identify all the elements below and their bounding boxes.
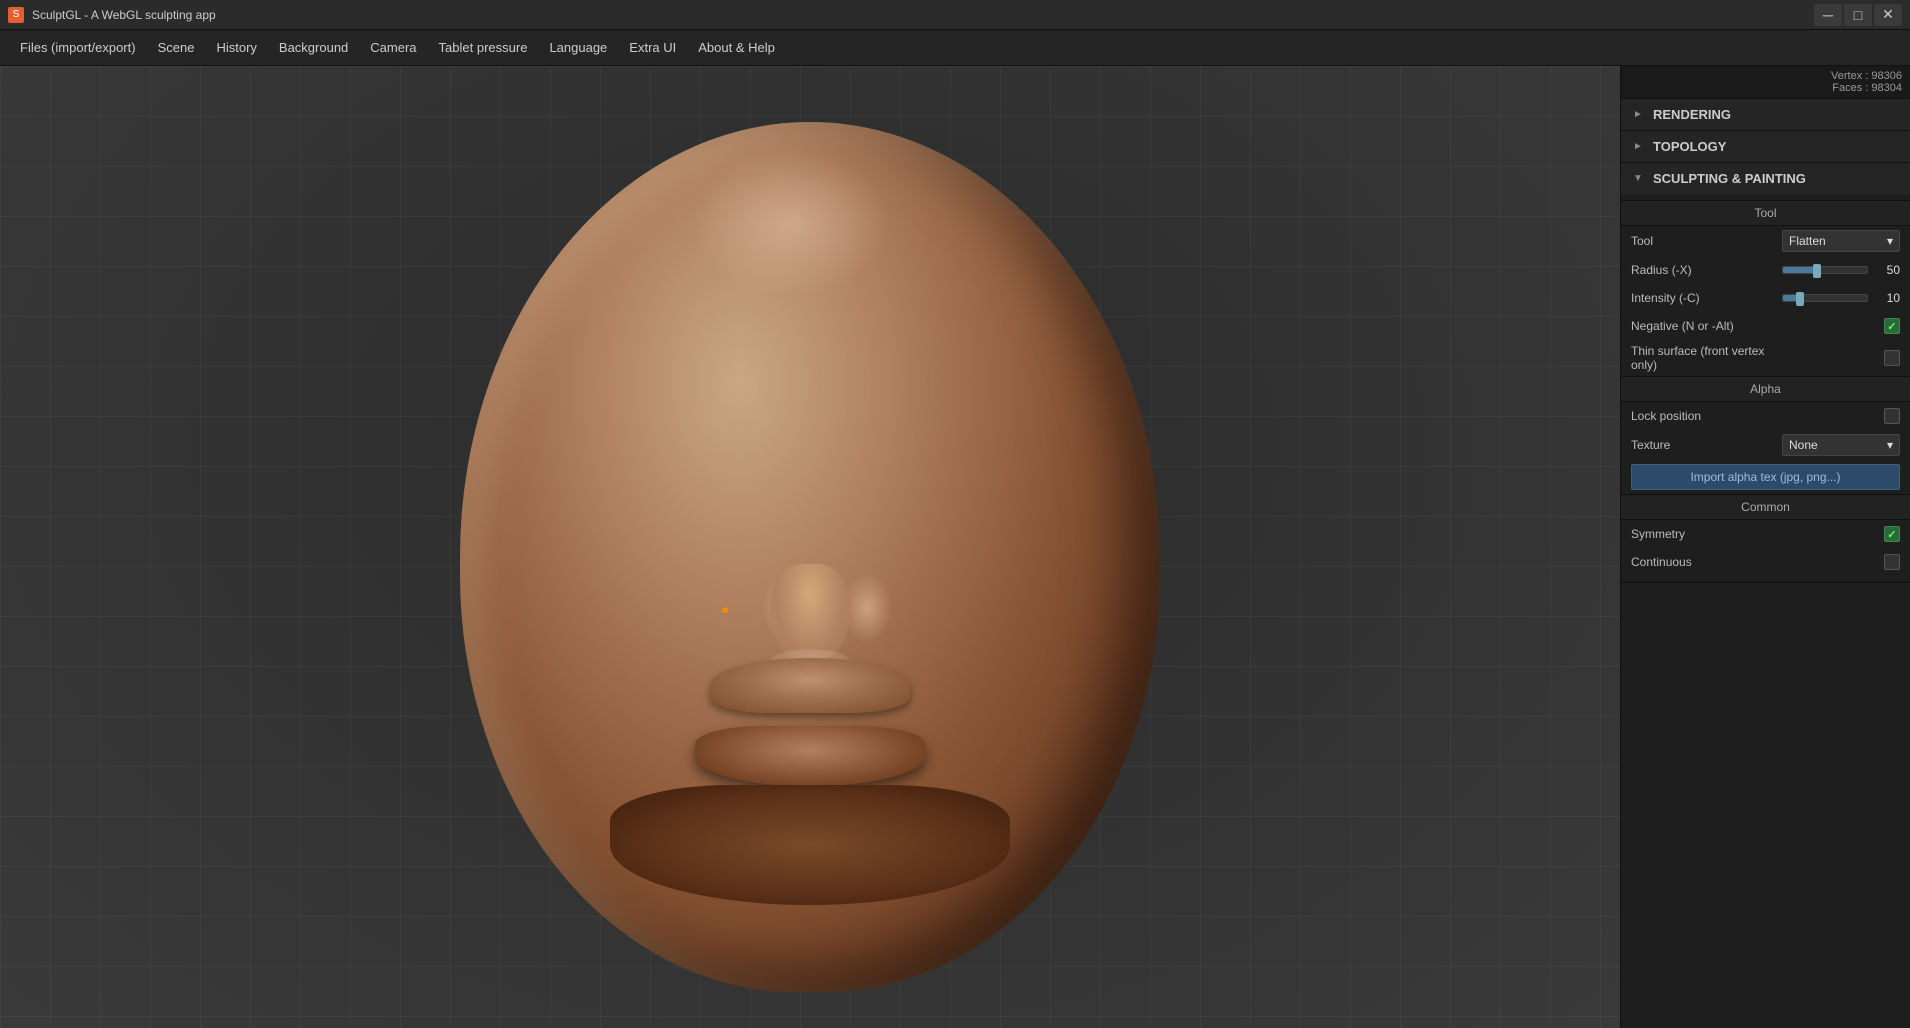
texture-dropdown[interactable]: None ▾ [1782, 434, 1900, 456]
intensity-track[interactable] [1782, 294, 1868, 302]
sculpting-label: SCULPTING & PAINTING [1653, 171, 1806, 186]
thin-surface-label: Thin surface (front vertex only) [1631, 344, 1776, 372]
lock-position-checkbox[interactable] [1884, 408, 1900, 424]
sculpting-arrow: ▼ [1633, 173, 1645, 184]
minimize-button[interactable]: ─ [1814, 4, 1842, 26]
menu-extraui[interactable]: Extra UI [619, 36, 686, 59]
faces-count: Faces : 98304 [1629, 82, 1902, 94]
rendering-label: RENDERING [1653, 107, 1731, 122]
texture-value-container: None ▾ [1782, 434, 1900, 456]
tool-dropdown-value: Flatten [1789, 234, 1826, 248]
menubar: Files (import/export) Scene History Back… [0, 30, 1910, 66]
maximize-button[interactable]: □ [1844, 4, 1872, 26]
radius-fill [1783, 267, 1817, 273]
brush-cursor [722, 607, 728, 613]
thin-surface-row: Thin surface (front vertex only) [1621, 340, 1910, 376]
app-title: SculptGL - A WebGL sculpting app [32, 8, 216, 22]
topology-header[interactable]: ► TOPOLOGY [1621, 131, 1910, 162]
titlebar: S SculptGL - A WebGL sculpting app ─ □ ✕ [0, 0, 1910, 30]
lock-position-checkbox-container [1782, 408, 1900, 424]
symmetry-checkbox[interactable]: ✓ [1884, 526, 1900, 542]
sculpting-header[interactable]: ▼ SCULPTING & PAINTING [1621, 163, 1910, 194]
3d-model [410, 122, 1210, 972]
menu-files[interactable]: Files (import/export) [10, 36, 146, 59]
main-layout: Vertex : 98306 Faces : 98304 ► RENDERING… [0, 66, 1910, 1028]
menu-camera[interactable]: Camera [360, 36, 426, 59]
titlebar-left: S SculptGL - A WebGL sculpting app [8, 7, 216, 23]
right-panel: Vertex : 98306 Faces : 98304 ► RENDERING… [1620, 66, 1910, 1028]
viewport[interactable] [0, 66, 1620, 1028]
canvas-background [0, 66, 1620, 1028]
symmetry-row: Symmetry ✓ [1621, 520, 1910, 548]
rendering-section: ► RENDERING [1621, 99, 1910, 131]
radius-slider[interactable]: 50 [1782, 263, 1900, 277]
sculpting-content: Tool Tool Flatten ▾ Radius (-X) [1621, 194, 1910, 582]
negative-checkmark: ✓ [1887, 320, 1896, 333]
tool-value-container: Flatten ▾ [1782, 230, 1900, 252]
texture-row: Texture None ▾ [1621, 430, 1910, 460]
radius-track[interactable] [1782, 266, 1868, 274]
intensity-slider[interactable]: 10 [1782, 291, 1900, 305]
menu-background[interactable]: Background [269, 36, 358, 59]
lower-lip [695, 726, 925, 786]
topology-section: ► TOPOLOGY [1621, 131, 1910, 163]
radius-thumb[interactable] [1813, 264, 1821, 278]
window-controls: ─ □ ✕ [1814, 4, 1902, 26]
texture-label: Texture [1631, 438, 1776, 452]
thin-surface-checkbox[interactable] [1884, 350, 1900, 366]
menu-scene[interactable]: Scene [148, 36, 205, 59]
radius-number: 50 [1872, 263, 1900, 277]
rendering-header[interactable]: ► RENDERING [1621, 99, 1910, 130]
topology-arrow: ► [1633, 141, 1645, 152]
negative-label: Negative (N or -Alt) [1631, 319, 1776, 333]
menu-history[interactable]: History [206, 36, 266, 59]
negative-checkbox[interactable]: ✓ [1884, 318, 1900, 334]
intensity-value-container: 10 [1782, 291, 1900, 305]
symmetry-label: Symmetry [1631, 527, 1776, 541]
stats-display: Vertex : 98306 Faces : 98304 [1621, 66, 1910, 99]
vertex-count: Vertex : 98306 [1629, 70, 1902, 82]
dropdown-arrow-icon: ▾ [1887, 234, 1893, 248]
negative-row: Negative (N or -Alt) ✓ [1621, 312, 1910, 340]
alpha-sublabel: Alpha [1621, 376, 1910, 402]
intensity-thumb[interactable] [1796, 292, 1804, 306]
tool-label: Tool [1631, 234, 1776, 248]
radius-row: Radius (-X) 50 [1621, 256, 1910, 284]
symmetry-checkmark: ✓ [1887, 528, 1896, 541]
menu-language[interactable]: Language [539, 36, 617, 59]
radius-value-container: 50 [1782, 263, 1900, 277]
close-button[interactable]: ✕ [1874, 4, 1902, 26]
continuous-label: Continuous [1631, 555, 1776, 569]
lock-position-row: Lock position [1621, 402, 1910, 430]
intensity-row: Intensity (-C) 10 [1621, 284, 1910, 312]
thin-surface-checkbox-container [1782, 350, 1900, 366]
tool-sublabel: Tool [1621, 200, 1910, 226]
texture-dropdown-arrow-icon: ▾ [1887, 438, 1893, 452]
menu-help[interactable]: About & Help [688, 36, 785, 59]
topology-label: TOPOLOGY [1653, 139, 1726, 154]
intensity-number: 10 [1872, 291, 1900, 305]
intensity-label: Intensity (-C) [1631, 291, 1776, 305]
common-sublabel: Common [1621, 494, 1910, 520]
continuous-row: Continuous [1621, 548, 1910, 576]
model-container [0, 66, 1620, 1028]
import-alpha-button[interactable]: Import alpha tex (jpg, png...) [1631, 464, 1900, 490]
tool-row: Tool Flatten ▾ [1621, 226, 1910, 256]
negative-checkbox-container: ✓ [1782, 318, 1900, 334]
lock-position-label: Lock position [1631, 409, 1776, 423]
texture-dropdown-value: None [1789, 438, 1818, 452]
forehead-highlight [690, 148, 890, 298]
chin-area [610, 785, 1010, 905]
rendering-arrow: ► [1633, 109, 1645, 120]
symmetry-checkbox-container: ✓ [1782, 526, 1900, 542]
menu-tablet[interactable]: Tablet pressure [429, 36, 538, 59]
app-icon: S [8, 7, 24, 23]
radius-label: Radius (-X) [1631, 263, 1776, 277]
sculpting-section: ▼ SCULPTING & PAINTING Tool Tool Flatten… [1621, 163, 1910, 583]
tool-dropdown[interactable]: Flatten ▾ [1782, 230, 1900, 252]
upper-lip [710, 658, 910, 713]
continuous-checkbox-container [1782, 554, 1900, 570]
continuous-checkbox[interactable] [1884, 554, 1900, 570]
